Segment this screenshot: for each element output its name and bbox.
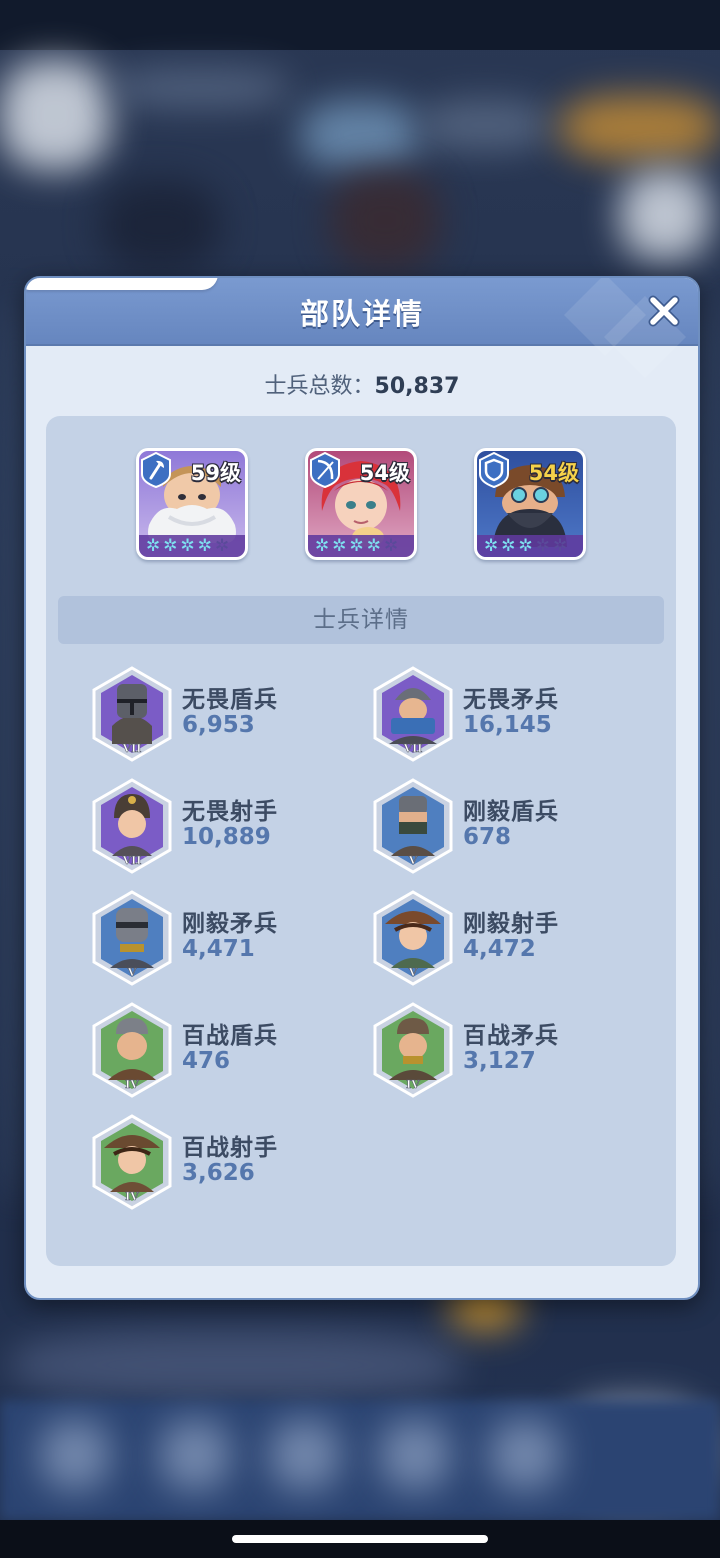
- troop-name: 刚毅射手: [463, 911, 559, 937]
- star-icon: ✲: [349, 535, 364, 556]
- troop-name: 刚毅矛兵: [182, 911, 278, 937]
- troop-details-dialog: 部队详情 士兵总数：50,837 59级 ✲ ✲ ✲ ✲ ✲ 54级 ✲ ✲ ✲…: [24, 276, 700, 1300]
- star-icon: ✲: [366, 535, 381, 556]
- troop-name: 无畏盾兵: [182, 687, 278, 713]
- svg-text:V: V: [408, 854, 418, 867]
- troop-badge: IV: [90, 1114, 174, 1210]
- troop-badge: VII: [90, 666, 174, 762]
- troop-badge: V: [371, 890, 455, 986]
- total-label: 士兵总数：: [264, 374, 375, 399]
- troop-count: 4,471: [182, 936, 255, 962]
- troop-name: 百战射手: [182, 1135, 278, 1161]
- hero-card[interactable]: 54级 ✲ ✲ ✲ ✲ ✲: [474, 448, 586, 560]
- troop-count: 10,889: [182, 824, 271, 850]
- troop-count: 6,953: [182, 712, 255, 738]
- star-icon: ✲: [146, 535, 161, 556]
- star-icon: ✲: [501, 535, 516, 556]
- hero-stars: ✲ ✲ ✲ ✲ ✲: [308, 535, 414, 557]
- star-icon: ✲: [332, 535, 347, 556]
- total-value: 50,837: [374, 374, 460, 399]
- svg-text:VII: VII: [122, 854, 142, 867]
- troop-item: VII 无畏射手 10,889: [90, 778, 380, 874]
- svg-text:VII: VII: [403, 742, 423, 755]
- star-icon: ✲: [518, 535, 533, 556]
- axe-icon: [140, 451, 172, 489]
- troop-name: 无畏射手: [182, 799, 278, 825]
- hero-card[interactable]: 54级 ✲ ✲ ✲ ✲ ✲: [305, 448, 417, 560]
- troop-item: V 刚毅射手 4,472: [371, 890, 661, 986]
- star-icon: ✲: [484, 535, 499, 556]
- troop-item: IV 百战射手 3,626: [90, 1114, 380, 1210]
- close-button[interactable]: [644, 291, 684, 331]
- troop-item: VII 无畏盾兵 6,953: [90, 666, 380, 762]
- troop-badge: VII: [90, 778, 174, 874]
- star-icon: ✲: [535, 535, 550, 556]
- troop-count: 4,472: [463, 936, 536, 962]
- star-icon: ✲: [180, 535, 195, 556]
- troop-count: 3,626: [182, 1160, 255, 1186]
- snow-decoration: [26, 278, 218, 290]
- troop-count: 16,145: [463, 712, 552, 738]
- dialog-title: 部队详情: [299, 297, 424, 331]
- star-icon: ✲: [163, 535, 178, 556]
- troop-item: IV 百战矛兵 3,127: [371, 1002, 661, 1098]
- bow-icon: [309, 451, 341, 489]
- hero-card[interactable]: 59级 ✲ ✲ ✲ ✲ ✲: [136, 448, 248, 560]
- star-icon: ✲: [553, 535, 568, 556]
- troop-count: 476: [182, 1048, 231, 1074]
- shield-icon: [478, 451, 510, 489]
- troop-name: 百战盾兵: [182, 1023, 278, 1049]
- hero-level: 54级: [359, 461, 410, 485]
- svg-text:VII: VII: [122, 742, 142, 755]
- svg-text:IV: IV: [406, 1078, 420, 1091]
- section-header: 士兵详情: [58, 596, 664, 644]
- troop-name: 百战矛兵: [463, 1023, 559, 1049]
- hero-stars: ✲ ✲ ✲ ✲ ✲: [139, 535, 245, 557]
- troop-name: 无畏矛兵: [463, 687, 559, 713]
- troop-name: 刚毅盾兵: [463, 799, 559, 825]
- star-icon: ✲: [384, 535, 399, 556]
- troop-item: V 刚毅矛兵 4,471: [90, 890, 380, 986]
- troop-badge: VII: [371, 666, 455, 762]
- dialog-header: 部队详情: [26, 278, 698, 379]
- hero-level: 54级: [528, 461, 579, 485]
- svg-text:IV: IV: [125, 1190, 139, 1203]
- troop-item: VII 无畏矛兵 16,145: [371, 666, 661, 762]
- troop-badge: IV: [371, 1002, 455, 1098]
- troop-item: V 刚毅盾兵 678: [371, 778, 661, 874]
- troop-badge: V: [371, 778, 455, 874]
- troop-count: 678: [463, 824, 512, 850]
- svg-text:IV: IV: [125, 1078, 139, 1091]
- hero-level: 59级: [190, 461, 241, 485]
- svg-text:V: V: [127, 966, 137, 979]
- troop-panel: 59级 ✲ ✲ ✲ ✲ ✲ 54级 ✲ ✲ ✲ ✲ ✲ 54级 ✲ ✲ ✲ ✲ …: [46, 416, 676, 1266]
- troop-badge: V: [90, 890, 174, 986]
- home-indicator[interactable]: [232, 1535, 488, 1543]
- total-soldiers: 士兵总数：50,837: [26, 368, 698, 400]
- troop-item: IV 百战盾兵 476: [90, 1002, 380, 1098]
- hero-stars: ✲ ✲ ✲ ✲ ✲: [477, 535, 583, 557]
- troop-count: 3,127: [463, 1048, 536, 1074]
- close-icon: [648, 295, 680, 327]
- star-icon: ✲: [315, 535, 330, 556]
- star-icon: ✲: [215, 535, 230, 556]
- troop-badge: IV: [90, 1002, 174, 1098]
- svg-text:V: V: [408, 966, 418, 979]
- star-icon: ✲: [197, 535, 212, 556]
